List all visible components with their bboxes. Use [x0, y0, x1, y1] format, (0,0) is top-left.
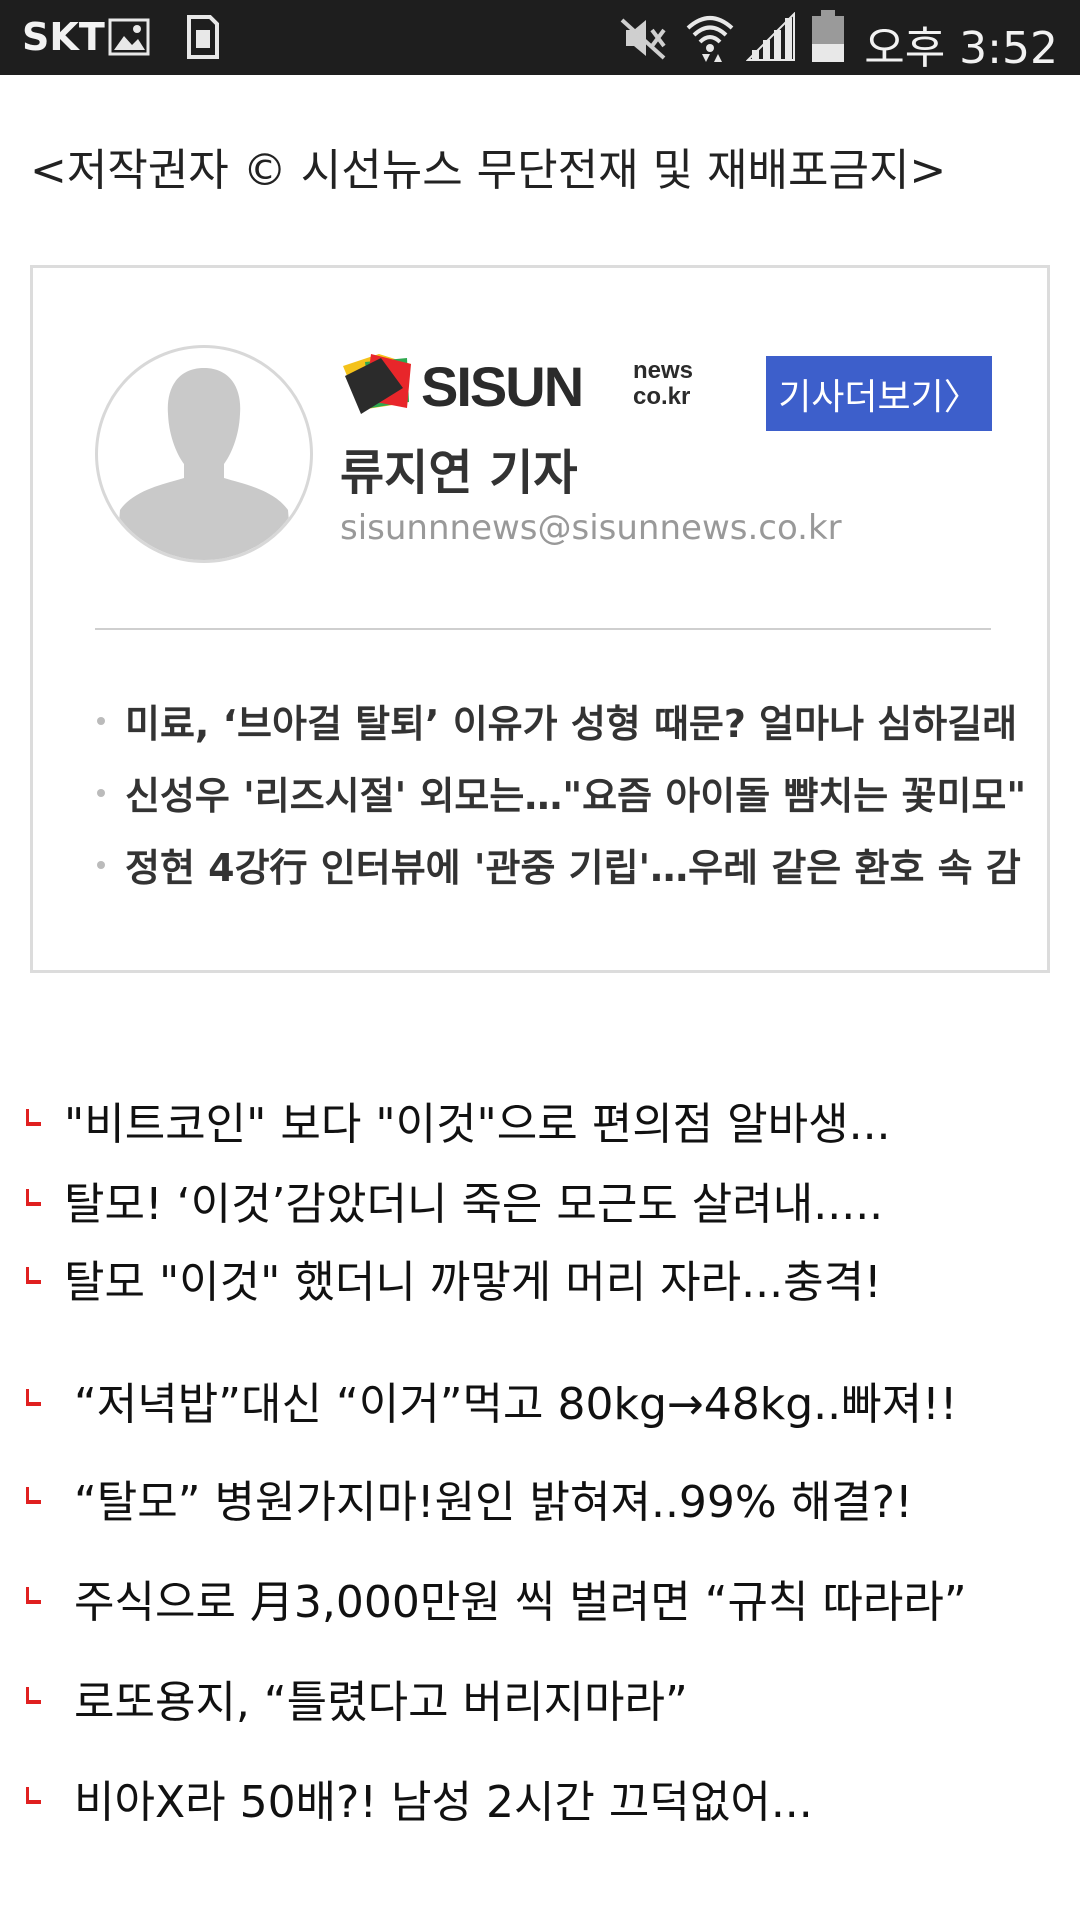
- status-bar: SKT 오후 3:52: [0, 0, 1080, 75]
- red-corner-bullet-icon: [26, 1687, 41, 1704]
- sponsored-link[interactable]: 비아X라 50배?! 남성 2시간 끄덕없어...: [26, 1764, 1056, 1834]
- carrier-label: SKT: [22, 15, 105, 59]
- sponsored-link[interactable]: 탈모 "이것" 했더니 까맣게 머리 자라...충격!: [26, 1244, 1056, 1314]
- red-corner-bullet-icon: [26, 1109, 41, 1126]
- reporter-name: 류지연 기자: [340, 445, 578, 501]
- sponsored-link-text: 탈모! ‘이것’감았더니 죽은 모근도 살려내.....: [64, 1179, 884, 1230]
- sponsored-link[interactable]: 주식으로 月3,000만원 씩 벌려면 “규칙 따라라”: [26, 1564, 1056, 1634]
- reporter-card: SISUN news co.kr 기사더보기〉 류지연 기자 sisunnnew…: [30, 265, 1050, 973]
- logo-domain-text: co.kr: [633, 383, 690, 410]
- bullet-icon: [97, 861, 105, 869]
- reporter-article-item[interactable]: 정현 4강行 인터뷰에 '관중 기립'…우레 같은 환호 속 감: [95, 837, 1025, 909]
- red-corner-bullet-icon: [26, 1189, 41, 1206]
- person-silhouette-icon: [116, 368, 292, 560]
- red-corner-bullet-icon: [26, 1787, 41, 1804]
- red-corner-bullet-icon: [26, 1267, 41, 1284]
- sponsored-link[interactable]: 로또용지, “틀렸다고 버리지마라”: [26, 1664, 1056, 1734]
- sim-card-icon: [187, 15, 219, 59]
- reporter-article-item[interactable]: 신성우 '리즈시절' 외모는…"요즘 아이돌 뺨치는 꽃미모": [95, 765, 1025, 837]
- sponsored-link[interactable]: "비트코인" 보다 "이것"으로 편의점 알바생...: [26, 1086, 1056, 1156]
- reporter-email[interactable]: sisunnnews@sisunnews.co.kr: [340, 508, 842, 548]
- red-corner-bullet-icon: [26, 1389, 41, 1406]
- logo-news-text: news: [633, 357, 693, 384]
- article-title: 신성우 '리즈시절' 외모는…"요즘 아이돌 뺨치는 꽃미모": [125, 774, 1025, 818]
- copyright-notice: <저작권자 © 시선뉴스 무단전재 및 재배포금지>: [30, 145, 947, 196]
- sponsored-link-text: 비아X라 50배?! 남성 2시간 끄덕없어...: [74, 1777, 813, 1828]
- sponsored-link-text: “저녁밥”대신 “이거”먹고 80kg→48kg..빠져!!: [74, 1379, 958, 1430]
- more-articles-button[interactable]: 기사더보기〉: [766, 356, 992, 431]
- article-title: 정현 4강行 인터뷰에 '관중 기립'…우레 같은 환호 속 감: [125, 846, 1021, 890]
- reporter-article-list: 미료, ‘브아걸 탈퇴’ 이유가 성형 때문? 얼마나 심하길래 신성우 '리즈…: [95, 693, 1025, 909]
- card-divider: [95, 628, 991, 630]
- reporter-article-item[interactable]: 미료, ‘브아걸 탈퇴’ 이유가 성형 때문? 얼마나 심하길래: [95, 693, 1025, 765]
- reporter-avatar: [95, 345, 313, 563]
- sponsored-link-text: “탈모” 병원가지마!원인 밝혀져..99% 해결?!: [74, 1477, 913, 1528]
- sisun-news-logo: SISUN news co.kr: [343, 354, 693, 418]
- signal-icon: [746, 12, 795, 61]
- sponsored-link-text: 로또용지, “틀렸다고 버리지마라”: [74, 1677, 688, 1728]
- battery-icon: [812, 10, 844, 62]
- bullet-icon: [97, 717, 105, 725]
- sponsored-link[interactable]: “탈모” 병원가지마!원인 밝혀져..99% 해결?!: [26, 1464, 1056, 1534]
- bullet-icon: [97, 789, 105, 797]
- sponsored-link[interactable]: “저녁밥”대신 “이거”먹고 80kg→48kg..빠져!!: [26, 1366, 1056, 1436]
- mute-icon: [620, 18, 666, 60]
- clock: 오후 3:52: [864, 23, 1058, 74]
- sponsored-link-text: 주식으로 月3,000만원 씩 벌려면 “규칙 따라라”: [74, 1577, 967, 1628]
- sponsored-link[interactable]: 탈모! ‘이것’감았더니 죽은 모근도 살려내.....: [26, 1166, 1056, 1236]
- wifi-icon: [686, 16, 734, 62]
- logo-wordmark: SISUN: [421, 355, 582, 418]
- sponsored-link-text: 탈모 "이것" 했더니 까맣게 머리 자라...충격!: [64, 1257, 882, 1308]
- article-title: 미료, ‘브아걸 탈퇴’ 이유가 성형 때문? 얼마나 심하길래: [125, 702, 1018, 746]
- red-corner-bullet-icon: [26, 1587, 41, 1604]
- sponsored-link-text: "비트코인" 보다 "이것"으로 편의점 알바생...: [64, 1099, 891, 1150]
- red-corner-bullet-icon: [26, 1487, 41, 1504]
- image-notification-icon: [108, 18, 150, 56]
